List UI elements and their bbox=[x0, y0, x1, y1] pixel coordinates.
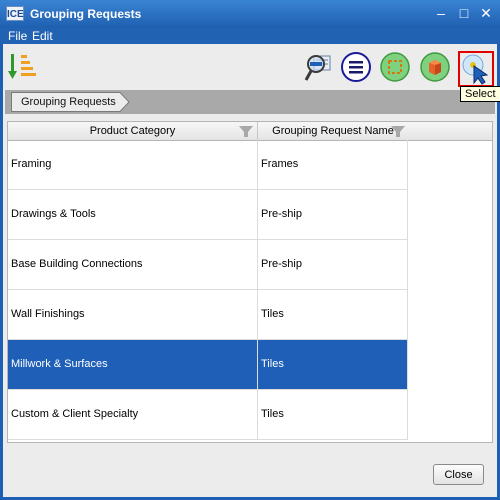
maximize-button[interactable]: □ bbox=[455, 4, 473, 22]
cell-product-category[interactable]: Millwork & Surfaces bbox=[8, 340, 258, 389]
cell-product-category[interactable]: Drawings & Tools bbox=[8, 190, 258, 239]
app-icon: ICE bbox=[6, 6, 24, 21]
cube-icon bbox=[420, 52, 450, 82]
close-window-button[interactable]: ✕ bbox=[477, 4, 495, 22]
minimize-button[interactable]: – bbox=[432, 4, 450, 22]
window-title: Grouping Requests bbox=[30, 7, 142, 21]
column-header-grouping-request-name[interactable]: Grouping Request Name bbox=[258, 122, 408, 140]
cell-grouping-request-name[interactable]: Pre-ship bbox=[258, 190, 408, 239]
column-header-label: Product Category bbox=[89, 125, 176, 137]
filter-icon[interactable] bbox=[239, 126, 253, 137]
cube-button[interactable] bbox=[419, 51, 451, 83]
list-menu-button[interactable] bbox=[340, 51, 372, 83]
toolbar bbox=[3, 44, 497, 90]
cell-grouping-request-name[interactable]: Frames bbox=[258, 140, 408, 189]
cell-product-category[interactable]: Framing bbox=[8, 140, 258, 189]
content-area: Grouping Requests Product Category Group… bbox=[3, 44, 497, 497]
table-row[interactable]: Custom & Client Specialty Tiles bbox=[8, 390, 408, 440]
sort-order-button[interactable] bbox=[8, 51, 40, 83]
table-row[interactable]: Base Building Connections Pre-ship bbox=[8, 240, 408, 290]
table-row[interactable]: Millwork & Surfaces Tiles bbox=[8, 340, 408, 390]
breadcrumb: Grouping Requests bbox=[5, 90, 495, 114]
cell-grouping-request-name[interactable]: Tiles bbox=[258, 290, 408, 339]
select-cursor-button[interactable] bbox=[458, 51, 494, 87]
select-tooltip: Select bbox=[460, 86, 500, 102]
menu-bar: File Edit bbox=[0, 28, 500, 44]
search-filter-icon bbox=[304, 55, 331, 81]
close-button[interactable]: Close bbox=[433, 464, 484, 485]
menu-edit[interactable]: Edit bbox=[32, 29, 53, 43]
title-bar[interactable]: ICE Grouping Requests – □ ✕ bbox=[0, 0, 500, 28]
list-menu-icon bbox=[341, 52, 371, 82]
breadcrumb-label: Grouping Requests bbox=[21, 96, 116, 108]
menu-file[interactable]: File bbox=[8, 29, 27, 43]
select-region-icon bbox=[380, 52, 410, 82]
grouping-requests-table: Product Category Grouping Request Name F… bbox=[7, 121, 493, 443]
select-cursor-icon bbox=[462, 54, 489, 85]
search-filter-button[interactable] bbox=[303, 51, 335, 83]
cell-grouping-request-name[interactable]: Tiles bbox=[258, 340, 408, 389]
cell-grouping-request-name[interactable]: Pre-ship bbox=[258, 240, 408, 289]
sort-order-icon bbox=[8, 54, 36, 79]
table-row[interactable]: Framing Frames bbox=[8, 140, 408, 190]
cell-product-category[interactable]: Custom & Client Specialty bbox=[8, 390, 258, 439]
table-row[interactable]: Drawings & Tools Pre-ship bbox=[8, 190, 408, 240]
cell-product-category[interactable]: Wall Finishings bbox=[8, 290, 258, 339]
cell-grouping-request-name[interactable]: Tiles bbox=[258, 390, 408, 439]
table-row[interactable]: Wall Finishings Tiles bbox=[8, 290, 408, 340]
app-window: ICE Grouping Requests – □ ✕ File Edit Gr… bbox=[0, 0, 500, 500]
column-header-product-category[interactable]: Product Category bbox=[8, 122, 258, 140]
table-header: Product Category Grouping Request Name bbox=[8, 122, 492, 141]
cell-product-category[interactable]: Base Building Connections bbox=[8, 240, 258, 289]
column-header-label: Grouping Request Name bbox=[272, 125, 394, 137]
select-region-button[interactable] bbox=[379, 51, 411, 83]
filter-icon[interactable] bbox=[391, 126, 405, 137]
